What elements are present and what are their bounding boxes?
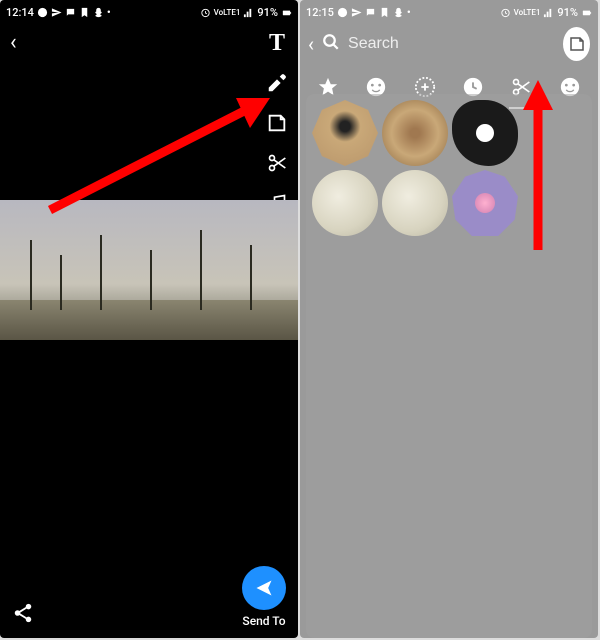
search-icon bbox=[322, 33, 340, 56]
battery-icon bbox=[281, 7, 292, 18]
create-sticker-button[interactable] bbox=[563, 27, 590, 61]
text-tool[interactable]: T bbox=[264, 30, 290, 56]
chat-icon bbox=[65, 7, 76, 18]
bottom-bar: Send To bbox=[0, 566, 298, 628]
alarm-icon bbox=[500, 7, 511, 18]
dot-icon: • bbox=[407, 6, 411, 19]
share-button[interactable] bbox=[12, 602, 34, 628]
sticker-picker-screen: 12:15 • VoLTE1 91% ‹ bbox=[300, 0, 598, 638]
network-label: VoLTE1 bbox=[514, 8, 541, 17]
sticker-item[interactable] bbox=[452, 170, 518, 236]
dot-icon: • bbox=[107, 6, 111, 19]
search-input[interactable] bbox=[348, 35, 555, 53]
sticker-item[interactable] bbox=[382, 170, 448, 236]
bookmark-icon bbox=[79, 7, 90, 18]
network-label: VoLTE1 bbox=[214, 8, 241, 17]
annotation-arrow bbox=[518, 80, 558, 260]
sticker-item[interactable] bbox=[312, 170, 378, 236]
whatsapp-icon bbox=[337, 7, 348, 18]
editor-topbar: ‹ bbox=[0, 24, 298, 60]
send-icon bbox=[351, 7, 362, 18]
back-chevron[interactable]: ‹ bbox=[308, 32, 314, 56]
battery-label: 91% bbox=[557, 6, 578, 19]
send-label: Send To bbox=[242, 614, 285, 628]
bookmark-icon bbox=[379, 7, 390, 18]
back-button[interactable]: ‹ bbox=[10, 30, 17, 55]
annotation-arrow bbox=[40, 90, 280, 220]
snapchat-icon bbox=[93, 7, 104, 18]
status-time: 12:14 bbox=[6, 6, 34, 19]
status-time: 12:15 bbox=[306, 6, 334, 19]
sticker-item[interactable] bbox=[312, 100, 378, 166]
chat-icon bbox=[365, 7, 376, 18]
search-bar: ‹ bbox=[300, 24, 598, 64]
sticker-item[interactable] bbox=[382, 100, 448, 166]
snapchat-icon bbox=[393, 7, 404, 18]
alarm-icon bbox=[200, 7, 211, 18]
status-bar: 12:15 • VoLTE1 91% bbox=[300, 0, 598, 24]
status-bar: 12:14 • VoLTE1 91% bbox=[0, 0, 298, 24]
photo-preview bbox=[0, 200, 298, 340]
signal-icon bbox=[543, 7, 554, 18]
sticker-item[interactable] bbox=[452, 100, 518, 166]
send-group: Send To bbox=[242, 566, 286, 628]
whatsapp-icon bbox=[37, 7, 48, 18]
signal-icon bbox=[243, 7, 254, 18]
battery-icon bbox=[581, 7, 592, 18]
editor-screen: 12:14 • VoLTE1 91% ‹ T bbox=[0, 0, 298, 638]
battery-label: 91% bbox=[257, 6, 278, 19]
send-button[interactable] bbox=[242, 566, 286, 610]
send-icon bbox=[51, 7, 62, 18]
